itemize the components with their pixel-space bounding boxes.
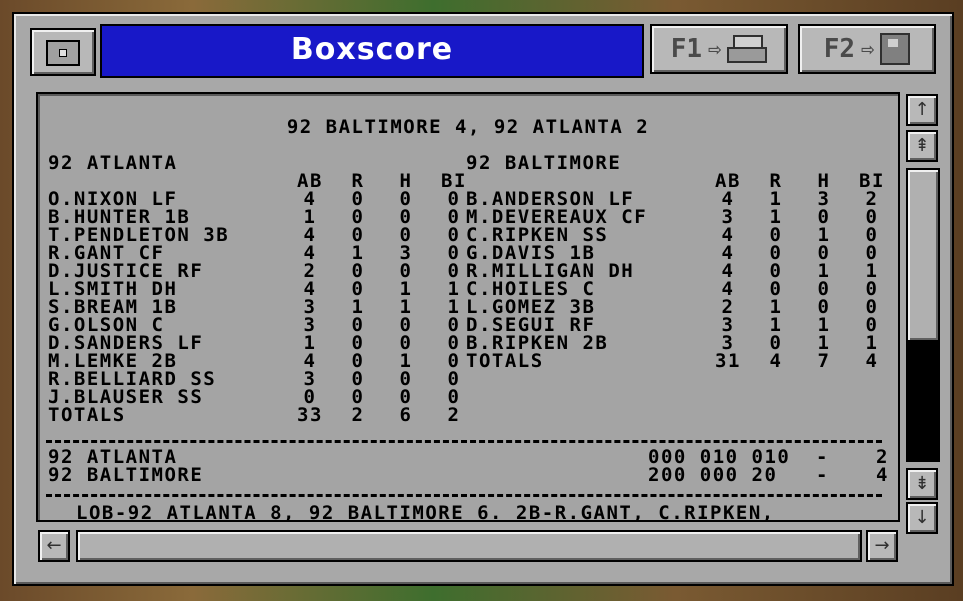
arrow-down-icon[interactable]: ↓ (906, 502, 938, 534)
page-up-icon[interactable]: ⇞ (906, 130, 938, 162)
totals-row: TOTALS 33 2 6 2 (48, 404, 478, 426)
line-score-dash: - (816, 464, 829, 486)
stat-ab: 31 (715, 350, 741, 372)
scroll-track[interactable] (906, 168, 940, 462)
line-score-total: 4 (876, 464, 889, 486)
system-menu-icon (46, 40, 80, 66)
away-team-name: 92 ATLANTA (48, 152, 178, 174)
stat-bi: 4 (865, 350, 879, 372)
boxscore-content: 92 BALTIMORE 4, 92 ATLANTA 2 92 ATLANTA … (36, 92, 900, 522)
player-name: TOTALS (466, 350, 544, 372)
dashed-divider (46, 494, 882, 497)
away-team-batting: 92 ATLANTA AB R H BI O.NIXON LF 4 0 0 0 B.HUN… (48, 152, 478, 426)
player-name: TOTALS (48, 404, 126, 426)
f2-key-label: F2 (823, 34, 856, 64)
boxscore-window: Boxscore F1 ⇨ F2 ⇨ 92 BALTIMORE 4, 92 AT… (12, 12, 954, 586)
system-menu-button[interactable] (30, 28, 96, 76)
line-score-team: 92 BALTIMORE (48, 464, 204, 486)
line-score: 92 ATLANTA 000 010 010-2 92 BALTIMORE 200 0… (48, 448, 889, 486)
page-down-icon[interactable]: ⇟ (906, 468, 938, 500)
stat-r: 2 (351, 404, 365, 426)
arrow-up-icon[interactable]: ↑ (906, 94, 938, 126)
scroll-thumb[interactable] (908, 170, 938, 340)
arrow-right-icon[interactable]: → (866, 530, 898, 562)
stat-h: 6 (399, 404, 413, 426)
home-team-batting: 92 BALTIMORE AB R H BI B.ANDERSON LF 4 1 3 2… (466, 152, 896, 372)
disk-icon (880, 33, 911, 65)
save-button[interactable]: F2 ⇨ (798, 24, 936, 74)
dashed-divider (46, 440, 882, 443)
arrow-left-icon[interactable]: ← (38, 530, 70, 562)
window-title: Boxscore (100, 24, 644, 78)
right-arrow-icon: ⇨ (861, 36, 875, 62)
stat-bi: 2 (447, 404, 461, 426)
f1-key-label: F1 (670, 34, 703, 64)
line-score-innings: 200 000 20 (648, 464, 778, 486)
right-arrow-icon: ⇨ (708, 36, 722, 62)
stat-ab: 33 (297, 404, 323, 426)
game-result-headline: 92 BALTIMORE 4, 92 ATLANTA 2 (286, 116, 650, 138)
horizontal-scrollbar[interactable]: ← → (36, 526, 902, 562)
stat-r: 4 (769, 350, 783, 372)
stat-h: 7 (817, 350, 831, 372)
totals-row: TOTALS 31 4 7 4 (466, 350, 896, 372)
horizontal-scroll-thumb[interactable] (76, 530, 862, 562)
vertical-scrollbar[interactable]: ↑ ⇞ ⇟ ↓ (902, 92, 940, 534)
line-score-row: 92 BALTIMORE 200 000 20 - 4 (48, 464, 889, 486)
home-team-name: 92 BALTIMORE (466, 152, 622, 174)
game-notes: LOB-92 ATLANTA 8, 92 BALTIMORE 6. 2B-R.G… (76, 502, 775, 522)
printer-icon (727, 35, 768, 63)
print-button[interactable]: F1 ⇨ (650, 24, 788, 74)
